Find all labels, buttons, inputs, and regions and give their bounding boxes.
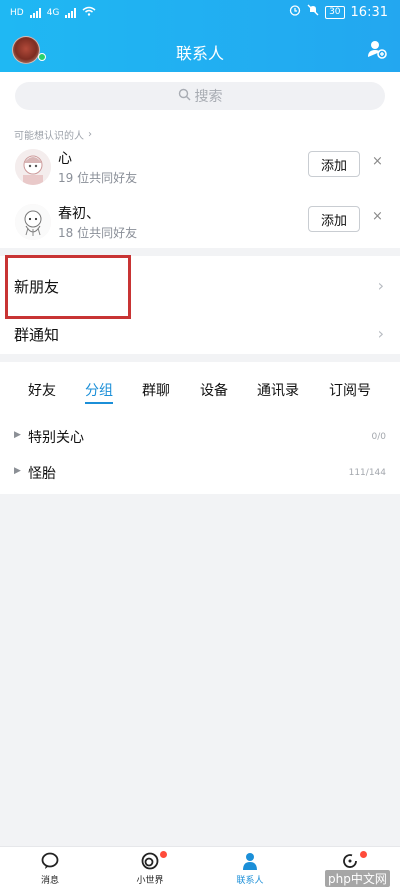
- dismiss-icon[interactable]: ×: [372, 209, 383, 224]
- dismiss-icon[interactable]: ×: [372, 154, 383, 169]
- suggestion-item[interactable]: 春初、 18 位共同好友 添加 ×: [0, 196, 400, 246]
- tab-devices[interactable]: 设备: [200, 380, 228, 400]
- mute-icon: [307, 4, 319, 20]
- suggestion-item[interactable]: 心 19 位共同好友 添加 ×: [0, 141, 400, 191]
- notification-badge: [360, 851, 367, 858]
- tab-contacts[interactable]: 联系人: [215, 851, 285, 886]
- tab-friends[interactable]: 好友: [28, 380, 56, 400]
- notification-badge: [160, 851, 167, 858]
- refresh-icon: [340, 851, 360, 871]
- signal-area: HD 4G: [10, 6, 96, 19]
- message-icon: [40, 851, 60, 871]
- network-label: 4G: [46, 7, 60, 18]
- add-friend-button[interactable]: 添加: [308, 151, 360, 177]
- tab-small-world[interactable]: 小世界: [115, 851, 185, 886]
- contacts-tabs: 好友 分组 群聊 设备 通讯录 订阅号: [0, 380, 400, 408]
- chevron-right-icon: ›: [377, 324, 384, 343]
- world-icon: [140, 851, 160, 871]
- tab-label: 小世界: [136, 876, 164, 886]
- highlight-box: [5, 255, 131, 319]
- row-label: 群通知: [14, 326, 60, 344]
- contacts-icon: [240, 851, 260, 871]
- tab-label: 联系人: [236, 876, 264, 886]
- suggestion-avatar: [15, 204, 51, 240]
- app-header: HD 4G 30 16:31 联系人: [0, 0, 400, 72]
- group-name: 怪胎: [28, 466, 56, 482]
- signal-icon: [29, 7, 41, 18]
- suggestion-name: 心: [58, 151, 72, 167]
- status-bar: HD 4G 30 16:31: [0, 0, 400, 26]
- tab-label: 消息: [40, 876, 59, 886]
- tab-messages[interactable]: 消息: [15, 851, 85, 886]
- status-time: 16:31: [350, 4, 388, 20]
- status-right: 30 16:31: [289, 4, 388, 20]
- add-contact-icon[interactable]: [366, 38, 388, 60]
- page-title: 联系人: [175, 44, 224, 63]
- suggestion-avatar: [15, 149, 51, 185]
- network-label: HD: [10, 7, 24, 18]
- suggestions-section: 搜索 可能想认识的人 › 心 19 位共同好友 添加 × 春初、 18 位共同好…: [0, 72, 400, 248]
- tab-subscriptions[interactable]: 订阅号: [329, 380, 371, 400]
- expand-triangle-icon: ▶: [14, 430, 21, 440]
- group-count: 111/144: [348, 468, 386, 478]
- group-row[interactable]: ▶ 怪胎 111/144: [0, 456, 400, 492]
- mutual-friends-count: 18 位共同好友: [58, 226, 138, 240]
- tab-moments[interactable]: [315, 851, 385, 871]
- chevron-right-icon: ›: [377, 276, 384, 295]
- group-row[interactable]: ▶ 特别关心 0/0: [0, 420, 400, 456]
- tab-groups[interactable]: 分组: [85, 380, 113, 404]
- battery-indicator: 30: [325, 5, 345, 19]
- signal-icon: [65, 7, 77, 18]
- add-friend-button[interactable]: 添加: [308, 206, 360, 232]
- group-name: 特别关心: [28, 430, 84, 446]
- suggestions-heading-label: 可能想认识的人: [14, 131, 84, 142]
- mutual-friends-count: 19 位共同好友: [58, 171, 138, 185]
- suggestion-name: 春初、: [58, 206, 100, 222]
- group-count: 0/0: [371, 432, 386, 442]
- alarm-icon: [289, 4, 301, 20]
- contacts-list-section: 好友 分组 群聊 设备 通讯录 订阅号 ▶ 特别关心 0/0 ▶ 怪胎 111/…: [0, 362, 400, 494]
- tab-address-book[interactable]: 通讯录: [257, 380, 299, 400]
- chevron-right-icon: ›: [88, 129, 92, 140]
- tab-group-chats[interactable]: 群聊: [142, 380, 170, 400]
- search-input[interactable]: 搜索: [15, 82, 385, 110]
- search-placeholder: 搜索: [194, 89, 223, 105]
- expand-triangle-icon: ▶: [14, 466, 21, 476]
- suggestions-heading[interactable]: 可能想认识的人 ›: [14, 127, 92, 142]
- search-icon: [178, 88, 191, 105]
- watermark: php中文网: [325, 870, 390, 887]
- wifi-icon: [82, 6, 96, 19]
